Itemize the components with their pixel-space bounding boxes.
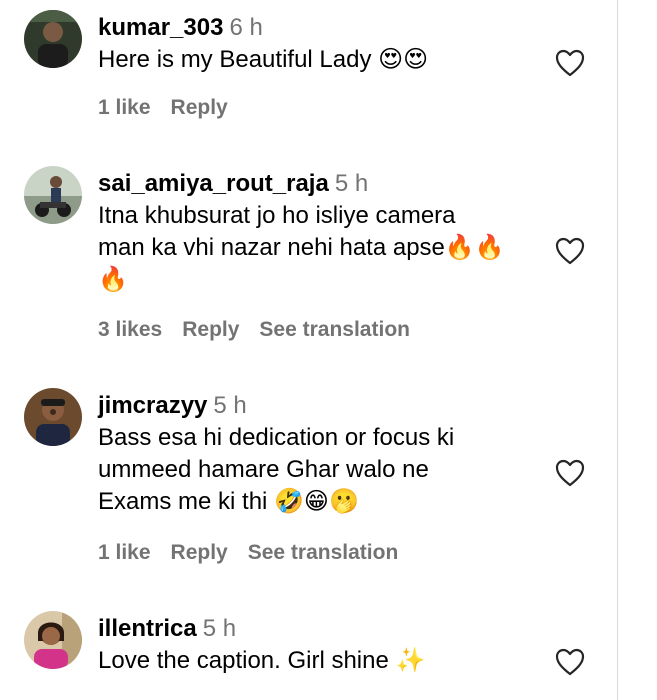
comment-text-line: Exams me ki thi 🤣😁🫢 <box>98 488 359 515</box>
comment-username[interactable]: illentrica <box>98 615 197 642</box>
comment-text: Here is my Beautiful Lady 😍😍 <box>98 44 543 76</box>
comment-username[interactable]: jimcrazyy <box>98 392 207 419</box>
comment-text: Bass esa hi dedication or focus ki ummee… <box>98 422 543 518</box>
likes-count[interactable]: 3 likes <box>98 318 162 341</box>
heart-outline-icon[interactable] <box>555 648 585 676</box>
heart-outline-icon[interactable] <box>555 237 585 265</box>
comment-text-line: man ka vhi nazar nehi hata apse🔥🔥 <box>98 234 505 261</box>
comment-text: Love the caption. Girl shine ✨ <box>98 645 543 677</box>
see-translation-button[interactable]: See translation <box>259 318 410 341</box>
likes-count[interactable]: 1 like <box>98 541 151 564</box>
comment-text-line: Itna khubsurat jo ho isliye camera <box>98 202 456 229</box>
reply-button[interactable]: Reply <box>182 318 239 341</box>
comment-text-line: 🔥 <box>98 266 128 293</box>
comment-time[interactable]: 5 h <box>213 392 246 419</box>
avatar[interactable] <box>24 166 82 224</box>
comment-username[interactable]: sai_amiya_rout_raja <box>98 170 329 197</box>
comment-text-line: ummeed hamare Ghar walo ne <box>98 456 429 483</box>
panel-divider <box>617 0 618 700</box>
see-translation-button[interactable]: See translation <box>248 541 399 564</box>
avatar[interactable] <box>24 10 82 68</box>
avatar[interactable] <box>24 388 82 446</box>
reply-button[interactable]: Reply <box>171 96 228 119</box>
comment-username[interactable]: kumar_303 <box>98 14 223 41</box>
avatar[interactable] <box>24 611 82 669</box>
comment-text-line: Here is my Beautiful Lady 😍😍 <box>98 46 429 73</box>
heart-outline-icon[interactable] <box>555 49 585 77</box>
comments-panel: kumar_303 6 h Here is my Beautiful Lady 😍… <box>0 0 657 700</box>
comment-text-line: Love the caption. Girl shine ✨ <box>98 647 426 674</box>
heart-outline-icon[interactable] <box>555 459 585 487</box>
comment-time[interactable]: 5 h <box>203 615 236 642</box>
comment-time[interactable]: 6 h <box>229 14 262 41</box>
reply-button[interactable]: Reply <box>171 541 228 564</box>
comment-text-line: Bass esa hi dedication or focus ki <box>98 424 455 451</box>
comment-text: Itna khubsurat jo ho isliye camera man k… <box>98 200 543 296</box>
likes-count[interactable]: 1 like <box>98 96 151 119</box>
comment-time[interactable]: 5 h <box>335 170 368 197</box>
